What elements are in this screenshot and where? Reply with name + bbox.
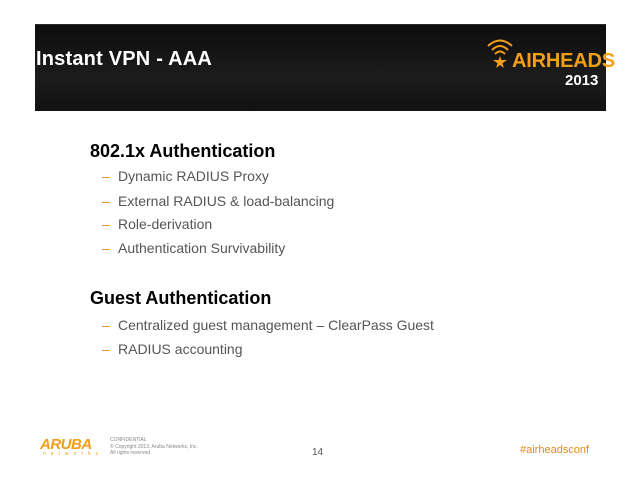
list-item-text: RADIUS accounting <box>118 341 243 357</box>
list-item: – Authentication Survivability <box>102 240 285 256</box>
list-item-text: Authentication Survivability <box>118 240 286 256</box>
bullet-marker: – <box>102 240 110 256</box>
list-item: – Centralized guest management – ClearPas… <box>102 317 434 333</box>
list-item: – Role-derivation <box>102 216 212 232</box>
airheads-logo: AIRHEADS 2013 <box>482 36 615 94</box>
list-item-text: Centralized guest management – ClearPass… <box>118 317 434 333</box>
list-item-text: Role-derivation <box>118 216 213 232</box>
bullet-marker: – <box>102 216 110 232</box>
rights-text: All rights reserved <box>110 450 151 456</box>
section-heading-8021x: 802.1x Authentication <box>90 141 276 161</box>
bullet-marker: – <box>102 341 110 357</box>
section-heading-guest: Guest Authentication <box>90 288 272 308</box>
logo-year: 2013 <box>565 72 599 89</box>
list-item: – External RADIUS & load-balancing <box>102 193 334 209</box>
logo-wordmark: AIRHEADS <box>512 50 615 72</box>
hashtag: #airheadsconf <box>520 444 590 456</box>
list-item-text: External RADIUS & load-balancing <box>118 193 335 209</box>
confidential-notice: CONFIDENTIAL © Copyright 2013. Aruba Net… <box>110 437 198 457</box>
list-item: – Dynamic RADIUS Proxy <box>102 168 269 184</box>
page-number: 14 <box>312 447 324 458</box>
slide-title: Instant VPN - AAA <box>36 48 212 70</box>
bullet-marker: – <box>102 193 110 209</box>
aruba-subtext: networks <box>43 451 104 457</box>
bullet-marker: – <box>102 168 110 184</box>
list-item-text: Dynamic RADIUS Proxy <box>118 168 269 184</box>
list-item: – RADIUS accounting <box>102 341 243 357</box>
aruba-logo: ARUBA networks <box>40 436 102 458</box>
bullet-marker: – <box>102 317 110 333</box>
